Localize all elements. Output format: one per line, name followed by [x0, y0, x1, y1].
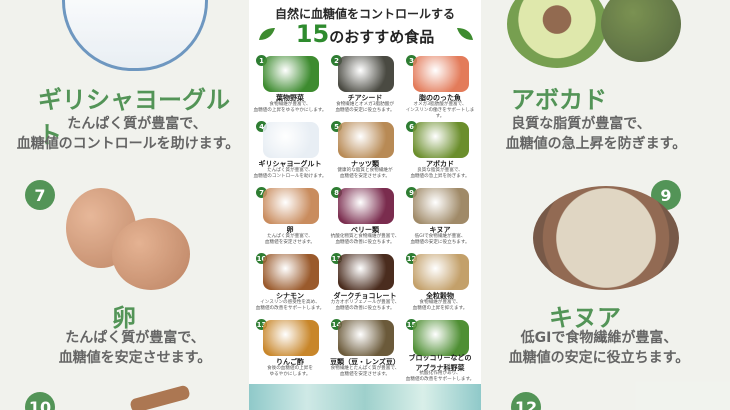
food-description-line2: 血糖値を安定させます。: [264, 240, 316, 245]
food-image: [263, 56, 319, 92]
food-description-line2: 血糖値の改善に役立ちます。: [335, 240, 395, 245]
food-name-text: ギリシャヨーグルト: [258, 160, 322, 168]
food-image: [338, 56, 394, 92]
food-image: [338, 188, 394, 224]
food-description: 食後の血糖値の上昇を ゆるやかにします。: [253, 366, 327, 378]
food-card: 13 りんご酢 食後の血糖値の上昇を ゆるやかにします。: [253, 319, 327, 387]
food-card: 2 チアシード 食物繊維とオメガ3脂肪酸が 血糖値の安定に役立ちます。: [328, 55, 402, 123]
food-description: 抗酸化物質と食物繊維が豊富で、 血糖値の改善に役立ちます。: [328, 234, 402, 246]
food-image: [263, 188, 319, 224]
food-image: [263, 320, 319, 356]
food-image: [338, 122, 394, 158]
food-description-line2: 血糖値の改善をサポートします。: [405, 377, 475, 382]
food-image: [413, 320, 469, 356]
food-name: ブロッコリーなどの アブラナ科野菜: [403, 353, 477, 373]
food-card: 4 ギリシャヨーグルト たんぱく質が豊富で、 血糖値のコントロールを助けます。: [253, 121, 327, 189]
infographic: 自然に血糖値をコントロールする 15のおすすめ食品 1 葉物野菜 食物繊維が豊富で、…: [249, 0, 481, 410]
food-description: 食物繊維とたんぱく質が豊富で、 血糖値を安定させます。: [328, 366, 402, 378]
food-name-text: キヌア: [429, 226, 451, 234]
food-card: 11 ダークチョコレート カカオポリフェノールが豊富で、 血糖値の改善に役立ちます。: [328, 253, 402, 321]
food-description: オメガ3脂肪酸が豊富で、 インスリンの働きをサポートします。: [403, 102, 477, 120]
food-description: 食物繊維とオメガ3脂肪酸が 血糖値の安定に役立ちます。: [328, 102, 402, 114]
food-description: インスリンの感受性を高め、 血糖値の改善をサポートします。: [253, 300, 327, 312]
food-description: たんぱく質が豊富で、 血糖値のコントロールを助けます。: [253, 168, 327, 180]
food-image: [413, 188, 469, 224]
food-name-text: ブロッコリーなどの: [408, 354, 472, 362]
food-card: 9 キヌア 低GIで食物繊維が豊富、 血糖値の安定に役立ちます。: [403, 187, 477, 255]
food-name-text: 豆類（豆・レンズ豆）: [330, 358, 400, 366]
food-card: 14 豆類（豆・レンズ豆） 食物繊維とたんぱく質が豊富で、 血糖値を安定させます。: [328, 319, 402, 387]
left-dim-overlay: [0, 0, 249, 410]
food-image: [338, 254, 394, 290]
food-image: [263, 122, 319, 158]
right-dim-overlay: [481, 0, 730, 410]
food-description-line2: 血糖値の安定に役立ちます。: [335, 108, 395, 113]
food-name-text: ベリー類: [351, 226, 379, 234]
food-description-line2: 血糖値を安定させます。: [339, 174, 391, 179]
food-description: 食物繊維が豊富で、 血糖値の上昇をゆるやかにします。: [253, 102, 327, 114]
food-name-text: シナモン: [276, 292, 304, 300]
header-number: 15: [295, 20, 330, 48]
food-image: [413, 122, 469, 158]
food-description: カカオポリフェノールが豊富で、 血糖値の改善に役立ちます。: [328, 300, 402, 312]
food-description: 抗酸化作用があり、 血糖値の改善をサポートします。: [403, 371, 477, 383]
food-description-line2: 血糖値の上昇を抑えます。: [412, 306, 468, 311]
food-card: 10 シナモン インスリンの感受性を高め、 血糖値の改善をサポートします。: [253, 253, 327, 321]
food-image: [413, 56, 469, 92]
header-line2: 15のおすすめ食品: [249, 20, 481, 48]
food-description: 低GIで食物繊維が豊富、 血糖値の安定に役立ちます。: [403, 234, 477, 246]
food-description-line2: インスリンの働きをサポートします。: [405, 108, 475, 119]
header-line2-text: のおすすめ食品: [329, 28, 435, 46]
food-card: 1 葉物野菜 食物繊維が豊富で、 血糖値の上昇をゆるやかにします。: [253, 55, 327, 123]
food-card: 3 脂ののった魚 オメガ3脂肪酸が豊富で、 インスリンの働きをサポートします。: [403, 55, 477, 123]
food-description: 健康的な脂質と食物繊維が 血糖値を安定させます。: [328, 168, 402, 180]
food-card: 5 ナッツ類 健康的な脂質と食物繊維が 血糖値を安定させます。: [328, 121, 402, 189]
food-name-text: 全粒穀物: [426, 292, 454, 300]
food-image: [413, 254, 469, 290]
food-description-line2: 血糖値を安定させます。: [339, 372, 391, 377]
food-card: 15 ブロッコリーなどの アブラナ科野菜 抗酸化作用があり、 血糖値の改善をサポートしま…: [403, 319, 477, 387]
food-name-text: りんご酢: [276, 358, 304, 366]
food-description: 食物繊維が豊富で、 血糖値の上昇を抑えます。: [403, 300, 477, 312]
food-name-text: ナッツ類: [351, 160, 379, 168]
food-description-line2: 血糖値のコントロールを助けます。: [253, 174, 327, 179]
food-card: 8 ベリー類 抗酸化物質と食物繊維が豊富で、 血糖値の改善に役立ちます。: [328, 187, 402, 255]
food-description-line2: 血糖値の改善をサポートします。: [255, 306, 325, 311]
food-description-line2: 血糖値の上昇をゆるやかにします。: [253, 108, 327, 113]
food-description-line2: 血糖値の改善に役立ちます。: [335, 306, 395, 311]
food-name-text: 葉物野菜: [276, 94, 304, 102]
food-description-line2: 血糖値の安定に役立ちます。: [410, 240, 470, 245]
food-name-text: 脂ののった魚: [419, 94, 461, 102]
food-description-line2: 血糖値の急上昇を防ぎます。: [410, 174, 470, 179]
water-strip-image: [249, 384, 481, 410]
food-name-text: アボカド: [426, 160, 454, 168]
food-name-text: 卵: [286, 226, 294, 234]
food-image: [263, 254, 319, 290]
food-description: たんぱく質が豊富で、 血糖値を安定させます。: [253, 234, 327, 246]
food-description-line2: ゆるやかにします。: [269, 372, 311, 377]
food-card: 12 全粒穀物 食物繊維が豊富で、 血糖値の上昇を抑えます。: [403, 253, 477, 321]
food-description: 良質な脂質が豊富で、 血糖値の急上昇を防ぎます。: [403, 168, 477, 180]
food-name-text: ダークチョコレート: [333, 292, 397, 300]
food-image: [338, 320, 394, 356]
food-card: 6 アボカド 良質な脂質が豊富で、 血糖値の急上昇を防ぎます。: [403, 121, 477, 189]
food-name-text: チアシード: [347, 94, 383, 102]
food-card: 7 卵たんぱく質が豊富で、 血糖値を安定させます。: [253, 187, 327, 255]
